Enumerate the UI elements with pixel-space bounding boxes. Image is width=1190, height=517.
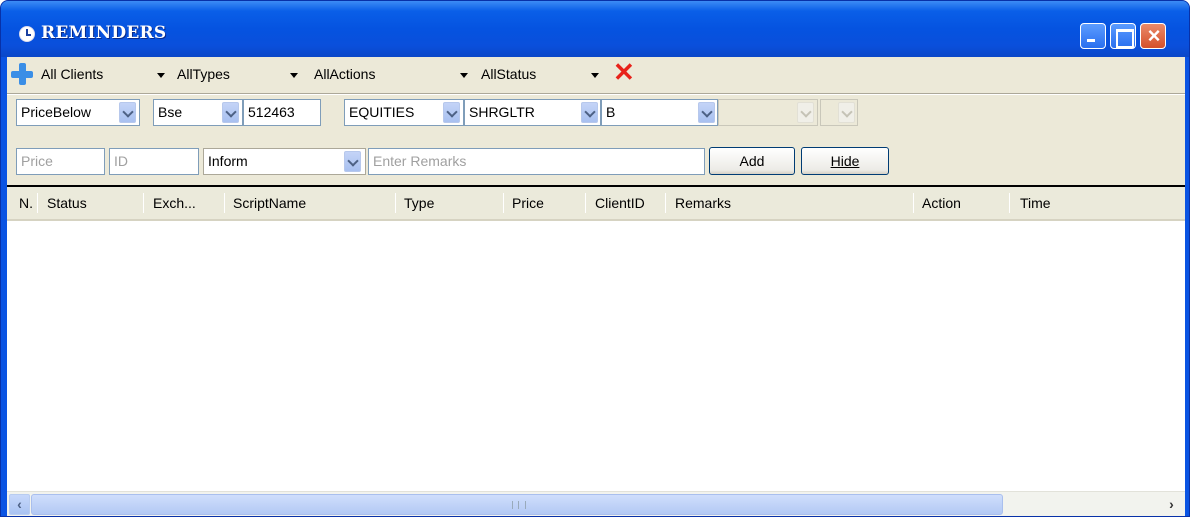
minimize-button[interactable]	[1080, 23, 1106, 49]
reminders-grid[interactable]: N. Status Exch... ScriptName Type Price …	[7, 185, 1185, 516]
status-filter-label: AllStatus	[481, 66, 537, 82]
chevron-down-icon	[157, 73, 165, 78]
column-header-clientid[interactable]: ClientID	[595, 195, 645, 211]
code-field[interactable]: 512463	[243, 99, 321, 126]
scroll-right-icon[interactable]: ›	[1161, 494, 1182, 515]
disabled-select-2	[820, 99, 858, 126]
code-value: 512463	[248, 104, 295, 120]
grid-header: N. Status Exch... ScriptName Type Price …	[7, 187, 1185, 221]
title-bar[interactable]: REMINDERS ×	[1, 1, 1189, 57]
reminders-window: REMINDERS × All Clients AllTypes AllActi…	[0, 0, 1190, 517]
column-header-price[interactable]: Price	[512, 195, 544, 211]
script-value: SHRGLTR	[469, 104, 535, 120]
types-filter-label: AllTypes	[177, 66, 230, 82]
chevron-down-icon	[290, 73, 298, 78]
column-divider[interactable]	[585, 193, 586, 213]
chevron-down-icon[interactable]	[443, 102, 460, 123]
clients-filter[interactable]: All Clients	[41, 63, 171, 89]
clear-filters-close-icon[interactable]: ✕	[613, 57, 635, 87]
condition-value: PriceBelow	[21, 104, 92, 120]
chevron-down-icon	[797, 102, 814, 123]
add-button[interactable]: Add	[709, 147, 795, 175]
chevron-down-icon[interactable]	[119, 102, 136, 123]
exchange-select[interactable]: Bse	[153, 99, 243, 126]
actions-filter-label: AllActions	[314, 66, 376, 82]
maximize-button[interactable]	[1110, 23, 1136, 49]
column-header-time[interactable]: Time	[1020, 195, 1051, 211]
horizontal-scrollbar[interactable]: ‹ ›	[7, 491, 1185, 516]
scroll-thumb[interactable]	[31, 494, 1003, 515]
window-title: REMINDERS	[41, 23, 167, 43]
segment-value: EQUITIES	[349, 104, 415, 120]
price-field[interactable]: Price	[16, 148, 105, 175]
client-area: All Clients AllTypes AllActions AllStatu…	[7, 57, 1185, 516]
id-placeholder: ID	[114, 153, 128, 169]
remarks-placeholder: Enter Remarks	[373, 153, 467, 169]
chevron-down-icon[interactable]	[698, 102, 715, 123]
column-divider[interactable]	[503, 193, 504, 213]
clock-icon	[19, 26, 35, 42]
exchange-value: Bse	[158, 104, 183, 120]
disabled-select-1	[718, 99, 818, 126]
column-header-exchange[interactable]: Exch...	[153, 195, 196, 211]
scroll-left-icon[interactable]: ‹	[9, 494, 30, 515]
add-button-label: Add	[739, 153, 765, 169]
types-filter[interactable]: AllTypes	[177, 63, 307, 89]
action-select[interactable]: Inform	[203, 148, 366, 175]
divider	[7, 93, 1185, 95]
script-select[interactable]: SHRGLTR	[464, 99, 601, 126]
column-divider[interactable]	[665, 193, 666, 213]
column-header-number[interactable]: N.	[19, 195, 33, 211]
column-header-action[interactable]: Action	[922, 195, 961, 211]
column-header-type[interactable]: Type	[404, 195, 434, 211]
chevron-down-icon[interactable]	[344, 151, 361, 172]
side-value: B	[606, 104, 616, 120]
column-divider[interactable]	[913, 193, 914, 213]
chevron-down-icon	[591, 73, 599, 78]
column-header-scriptname[interactable]: ScriptName	[233, 195, 306, 211]
grip-icon	[512, 501, 526, 509]
actions-filter[interactable]: AllActions	[314, 63, 474, 89]
column-divider[interactable]	[395, 193, 396, 213]
column-divider[interactable]	[143, 193, 144, 213]
hide-button-label: Hide	[830, 153, 860, 169]
condition-select[interactable]: PriceBelow	[16, 99, 140, 126]
hide-button[interactable]: Hide	[801, 147, 889, 175]
side-select[interactable]: B	[601, 99, 718, 126]
filter-toolbar: All Clients AllTypes AllActions AllStatu…	[7, 57, 1185, 91]
chevron-down-icon[interactable]	[222, 102, 239, 123]
status-filter[interactable]: AllStatus	[481, 63, 606, 89]
clients-filter-label: All Clients	[41, 66, 104, 82]
segment-select[interactable]: EQUITIES	[344, 99, 464, 126]
close-icon: ×	[1147, 23, 1161, 48]
column-divider[interactable]	[37, 193, 38, 213]
remarks-field[interactable]: Enter Remarks	[368, 148, 705, 175]
column-header-status[interactable]: Status	[47, 195, 87, 211]
chevron-down-icon	[460, 73, 468, 78]
id-field[interactable]: ID	[109, 148, 199, 175]
price-placeholder: Price	[21, 153, 53, 169]
close-window-button[interactable]: ×	[1140, 23, 1166, 49]
chevron-down-icon	[838, 102, 855, 123]
column-divider[interactable]	[224, 193, 225, 213]
chevron-down-icon[interactable]	[581, 102, 598, 123]
column-divider[interactable]	[1009, 193, 1010, 213]
action-value: Inform	[208, 153, 248, 169]
add-icon[interactable]	[11, 63, 33, 85]
column-header-remarks[interactable]: Remarks	[675, 195, 731, 211]
